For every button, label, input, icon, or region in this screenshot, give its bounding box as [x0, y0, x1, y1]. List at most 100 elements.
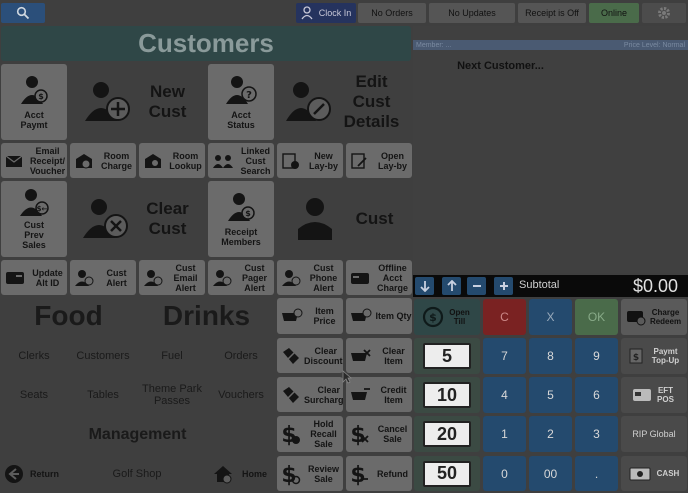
paymt-topup-button[interactable]: $ Paymt Top-Up [621, 338, 687, 374]
twenty-dollar-note-button[interactable]: 20 [414, 416, 480, 452]
category-food[interactable]: Food [1, 298, 136, 334]
category-customers[interactable]: Customers [68, 338, 138, 373]
cust-prev-sales-button[interactable]: $← Cust Prev Sales [1, 181, 67, 257]
open-till-button[interactable]: $ Open Till [414, 299, 480, 335]
clear-discounts-label: Clear Discounts [304, 345, 343, 366]
key-1[interactable]: 1 [483, 416, 526, 452]
cust-phone-alert-button[interactable]: Cust Phone Alert [277, 260, 343, 295]
five-dollar-note-button[interactable]: 5 [414, 338, 480, 374]
update-alt-id-button[interactable]: Update Alt ID [1, 260, 67, 295]
category-clerks[interactable]: Clerks [1, 338, 67, 373]
key-0[interactable]: 0 [483, 456, 526, 491]
clear-surcharges-label: Clear Surcharges [304, 384, 343, 405]
clear-cust-button[interactable]: Clear Cust [70, 181, 205, 257]
item-price-button[interactable]: Item Price [277, 298, 343, 334]
key-8[interactable]: 8 [529, 338, 572, 374]
svg-text:$: $ [38, 92, 44, 101]
clear-tag-icon [283, 386, 299, 403]
fifty-dollar-note-button[interactable]: 50 [414, 456, 480, 491]
plus-icon [499, 282, 508, 290]
open-layby-button[interactable]: Open Lay-by [346, 143, 412, 178]
cust-pager-alert-label: Cust Pager Alert [241, 262, 267, 293]
clear-surcharges-button[interactable]: Clear Surcharges [277, 377, 343, 412]
email-receipt-button[interactable]: Email Receipt/ Voucher [1, 143, 67, 178]
receipt-status-button[interactable]: Receipt is Off [518, 3, 586, 23]
key-00[interactable]: 00 [529, 456, 572, 491]
home-button[interactable]: Home [208, 456, 274, 491]
return-button[interactable]: Return [1, 456, 67, 491]
svg-text:$: $ [632, 353, 638, 363]
ten-dollar-note-button[interactable]: 10 [414, 377, 480, 413]
receipt-members-label: Receipt Members [221, 227, 261, 247]
room-charge-button[interactable]: Room Charge [70, 143, 136, 178]
new-cust-button[interactable]: New Cust [70, 64, 205, 140]
clear-discounts-button[interactable]: Clear Discounts [277, 338, 343, 373]
cust-label: Cust [355, 209, 394, 228]
key-5[interactable]: 5 [529, 377, 572, 413]
category-management[interactable]: Management [1, 418, 274, 452]
arrow-up-icon [446, 280, 457, 291]
clear-tag-icon [283, 347, 299, 364]
category-vouchers[interactable]: Vouchers [208, 377, 274, 412]
no-updates-button[interactable]: No Updates [429, 3, 515, 23]
minus-button[interactable] [467, 277, 486, 295]
refund-button[interactable]: $ Refund [346, 456, 412, 491]
category-drinks[interactable]: Drinks [139, 298, 274, 334]
cash-button[interactable]: CASH [621, 456, 687, 491]
edit-cust-details-button[interactable]: Edit Cust Details [277, 64, 412, 140]
account-status-icon: ? [226, 76, 257, 104]
category-theme-park-passes[interactable]: Theme Park Passes [139, 377, 205, 412]
review-sale-button[interactable]: $ Review Sale [277, 456, 343, 491]
key-9[interactable]: 9 [575, 338, 618, 374]
category-seats[interactable]: Seats [1, 377, 67, 412]
offline-acct-charge-button[interactable]: Offline Acct Charge [346, 260, 412, 295]
category-orders[interactable]: Orders [208, 338, 274, 373]
cust-email-alert-label: Cust Email Alert [173, 262, 198, 293]
pager-alert-icon [213, 269, 232, 286]
dollar-icon: $ [281, 423, 300, 446]
key-6[interactable]: 6 [575, 377, 618, 413]
charge-redeem-button[interactable]: Charge Redeem [621, 299, 687, 335]
scroll-down-button[interactable] [415, 277, 434, 295]
scroll-up-button[interactable] [442, 277, 461, 295]
clear-key[interactable]: C [483, 299, 526, 335]
settings-button[interactable] [642, 3, 686, 23]
cust-alert-button[interactable]: Cust Alert [70, 260, 136, 295]
cancel-sale-button[interactable]: $ Cancel Sale [346, 416, 412, 452]
search-button[interactable] [1, 3, 45, 23]
key-7[interactable]: 7 [483, 338, 526, 374]
clear-item-button[interactable]: Clear Item [346, 338, 412, 373]
linked-cust-search-button[interactable]: Linked Cust Search [208, 143, 274, 178]
cancel-key[interactable]: X [529, 299, 572, 335]
item-qty-button[interactable]: Item Qty [346, 298, 412, 334]
key-3[interactable]: 3 [575, 416, 618, 452]
room-lookup-button[interactable]: Room Lookup [139, 143, 205, 178]
hold-recall-sale-button[interactable]: $ Hold Recall Sale [277, 416, 343, 452]
cust-button[interactable]: Cust [277, 181, 412, 257]
phone-alert-icon [282, 269, 301, 286]
clock-in-button[interactable]: Clock In [296, 3, 356, 23]
back-arrow-icon [5, 464, 23, 483]
eft-pos-button[interactable]: EFT POS [621, 377, 687, 413]
credit-item-button[interactable]: Credit Item [346, 377, 412, 412]
category-tables[interactable]: Tables [70, 377, 136, 412]
clock-in-label: Clock In [318, 8, 352, 18]
cust-email-alert-button[interactable]: Cust Email Alert [139, 260, 205, 295]
key-decimal[interactable]: . [575, 456, 618, 491]
receipt-members-button[interactable]: $ Receipt Members [208, 181, 274, 257]
category-golf-shop[interactable]: Golf Shop [100, 456, 174, 491]
cust-pager-alert-button[interactable]: Cust Pager Alert [208, 260, 274, 295]
open-layby-label: Open Lay-by [377, 150, 407, 171]
no-orders-button[interactable]: No Orders [358, 3, 426, 23]
receipt-panel: Member: ... Price Level: Normal Next Cus… [413, 26, 688, 273]
previous-sales-icon: $← [20, 189, 49, 216]
plus-button[interactable] [494, 277, 513, 295]
key-4[interactable]: 4 [483, 377, 526, 413]
acct-paymt-button[interactable]: $ Acct Paymt [1, 64, 67, 140]
key-2[interactable]: 2 [529, 416, 572, 452]
new-layby-button[interactable]: New Lay-by [277, 143, 343, 178]
category-fuel[interactable]: Fuel [139, 338, 205, 373]
ok-key[interactable]: OK [575, 299, 618, 335]
acct-status-button[interactable]: ? Acct Status [208, 64, 274, 140]
rip-global-button[interactable]: RIP Global [621, 416, 687, 452]
